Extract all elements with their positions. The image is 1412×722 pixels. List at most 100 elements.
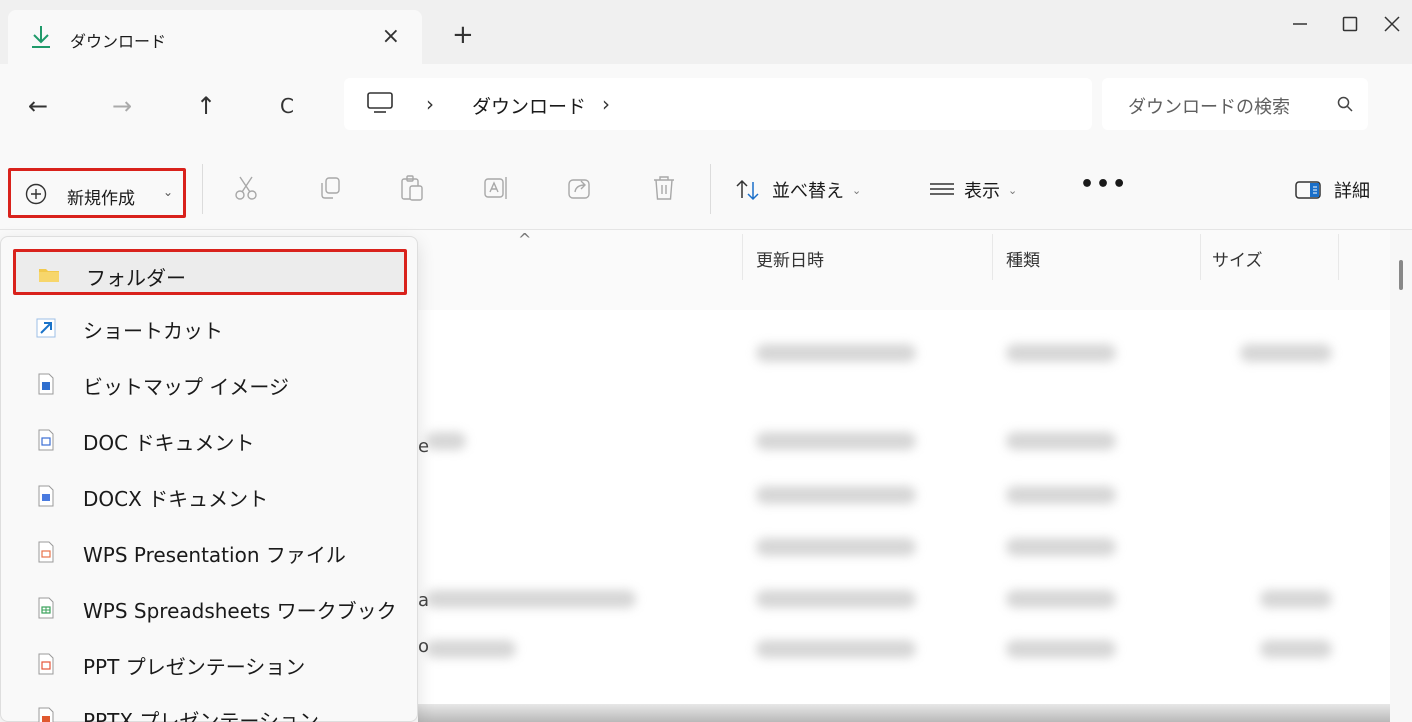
more-options-button[interactable]: ••• — [1080, 172, 1128, 197]
address-bar[interactable]: › ダウンロード › — [344, 78, 1092, 130]
chevron-down-icon: ⌄ — [163, 185, 174, 199]
file-name-fragment: a — [418, 590, 430, 611]
blurred-size — [1240, 344, 1332, 362]
chevron-down-icon: ⌄ — [852, 183, 862, 197]
menu-item-doc[interactable]: DOC ドキュメント — [13, 417, 407, 463]
search-placeholder: ダウンロードの検索 — [1128, 97, 1290, 118]
column-divider[interactable] — [992, 234, 993, 280]
blurred-date — [756, 538, 916, 556]
folder-icon — [39, 269, 59, 282]
shortcut-icon — [36, 318, 56, 338]
rename-icon[interactable] — [482, 174, 510, 202]
sort-label: 並べ替え — [772, 181, 844, 202]
menu-item-label: PPTX プレゼンテーション — [83, 709, 319, 722]
column-divider[interactable] — [1338, 234, 1339, 280]
wps-presentation-icon — [38, 541, 54, 563]
blurred-size — [1260, 590, 1332, 608]
command-bar: 新規作成 ⌄ 並べ替え ⌄ 表示 ⌄ ••• 詳細 — [0, 148, 1412, 230]
sort-button[interactable]: 並べ替え ⌄ — [734, 176, 861, 204]
cut-icon[interactable] — [232, 174, 260, 202]
docx-file-icon — [38, 485, 54, 507]
scrollbar-thumb[interactable] — [1399, 260, 1403, 290]
navigation-bar: ← → ↑ C › ダウンロード › ダウンロードの検索 — [0, 64, 1412, 148]
blurred-date — [756, 486, 916, 504]
computer-icon — [367, 92, 393, 113]
menu-item-wps-presentation[interactable]: WPS Presentation ファイル — [13, 529, 407, 575]
breadcrumb-downloads[interactable]: ダウンロード — [472, 92, 586, 119]
column-type[interactable]: 種類 — [1006, 246, 1040, 271]
blurred-date — [756, 344, 916, 362]
pptx-file-icon — [38, 707, 54, 722]
copy-icon[interactable] — [316, 174, 344, 202]
menu-item-bitmap[interactable]: ビットマップ イメージ — [13, 361, 407, 407]
toolbar-divider — [202, 164, 203, 214]
menu-item-label: DOCX ドキュメント — [83, 487, 269, 511]
tab-downloads[interactable]: ダウンロード × — [8, 10, 422, 66]
new-button[interactable]: 新規作成 ⌄ — [8, 168, 186, 218]
delete-icon[interactable] — [650, 174, 678, 202]
maximize-button[interactable] — [1330, 6, 1370, 42]
blurred-size — [1260, 640, 1332, 658]
minimize-button[interactable] — [1280, 6, 1320, 42]
breadcrumb-separator[interactable]: › — [602, 92, 610, 116]
column-divider[interactable] — [742, 234, 743, 280]
status-shade — [418, 704, 1390, 722]
search-box[interactable]: ダウンロードの検索 — [1102, 78, 1368, 130]
new-tab-button[interactable]: + — [452, 22, 474, 48]
blurred-name — [426, 590, 636, 608]
sort-caret-icon: ^ — [518, 230, 532, 249]
column-size[interactable]: サイズ — [1212, 246, 1263, 271]
refresh-button[interactable]: C — [280, 96, 294, 116]
tab-title: ダウンロード — [70, 32, 167, 51]
menu-item-label: PPT プレゼンテーション — [83, 655, 306, 679]
blurred-date — [756, 590, 916, 608]
vertical-scrollbar[interactable] — [1390, 230, 1412, 722]
forward-button[interactable]: → — [112, 94, 132, 118]
chevron-down-icon: ⌄ — [1008, 183, 1018, 197]
blurred-type — [1006, 344, 1116, 362]
menu-item-label: WPS Spreadsheets ワークブック — [83, 599, 397, 623]
details-label: 詳細 — [1334, 181, 1370, 202]
search-icon — [1337, 96, 1353, 112]
maximize-icon — [1342, 16, 1358, 32]
menu-item-wps-spreadsheet[interactable]: WPS Spreadsheets ワークブック — [13, 585, 407, 631]
view-label: 表示 — [964, 181, 1000, 202]
blurred-type — [1006, 486, 1116, 504]
blurred-date — [756, 640, 916, 658]
menu-item-label: WPS Presentation ファイル — [83, 543, 346, 567]
wps-spreadsheet-icon — [38, 597, 54, 619]
share-icon[interactable] — [566, 174, 594, 202]
tab-close-button[interactable]: × — [382, 24, 400, 49]
view-button[interactable]: 表示 ⌄ — [928, 176, 1017, 204]
blurred-type — [1006, 538, 1116, 556]
menu-item-ppt[interactable]: PPT プレゼンテーション — [13, 641, 407, 687]
close-window-button[interactable] — [1372, 6, 1412, 42]
menu-item-label: DOC ドキュメント — [83, 431, 255, 455]
back-button[interactable]: ← — [28, 94, 48, 118]
paste-icon[interactable] — [398, 174, 426, 202]
details-pane-button[interactable]: 詳細 — [1294, 176, 1370, 204]
up-button[interactable]: ↑ — [196, 94, 216, 118]
menu-item-label: ビットマップ イメージ — [83, 375, 289, 399]
breadcrumb-separator[interactable]: › — [426, 92, 434, 116]
menu-item-label: フォルダー — [86, 266, 186, 290]
column-divider[interactable] — [1200, 234, 1201, 280]
new-button-label: 新規作成 — [67, 189, 135, 209]
doc-file-icon — [38, 429, 54, 451]
menu-item-pptx[interactable]: PPTX プレゼンテーション — [13, 695, 407, 722]
file-name-fragment: o — [418, 636, 430, 657]
minimize-icon — [1293, 23, 1307, 25]
blurred-type — [1006, 640, 1116, 658]
blurred-date — [756, 432, 916, 450]
menu-item-shortcut[interactable]: ショートカット — [13, 305, 407, 351]
blurred-name — [426, 640, 516, 658]
blurred-type — [1006, 432, 1116, 450]
file-name-fragment: e — [418, 436, 430, 457]
new-item-menu: フォルダー ショートカット ビットマップ イメージ DOC ドキュメント DOC… — [0, 236, 418, 722]
list-view-icon — [930, 183, 954, 195]
menu-item-docx[interactable]: DOCX ドキュメント — [13, 473, 407, 519]
column-modified[interactable]: 更新日時 — [756, 246, 824, 271]
details-pane-icon — [1295, 181, 1321, 199]
menu-item-folder[interactable]: フォルダー — [13, 249, 407, 295]
menu-item-label: ショートカット — [83, 319, 223, 343]
